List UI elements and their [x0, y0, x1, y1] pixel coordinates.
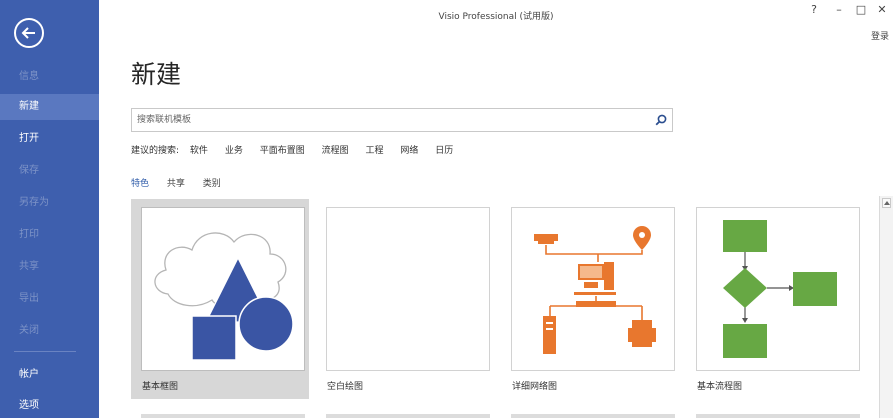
- template-thumbnail: [696, 207, 860, 371]
- template-tabs: 特色 共享 类别: [131, 176, 236, 189]
- page-title: 新建: [131, 60, 182, 89]
- template-card-detailed-network[interactable]: 详细网络图: [501, 199, 679, 399]
- search-icon[interactable]: [655, 114, 667, 126]
- tab-categories[interactable]: 类别: [203, 179, 221, 189]
- search-box: [131, 108, 673, 132]
- sidebar-item-info[interactable]: 信息: [0, 64, 99, 90]
- suggested-search-link[interactable]: 工程: [365, 146, 383, 156]
- sidebar-item-options[interactable]: 选项: [0, 393, 99, 419]
- flowchart-thumbnail-icon: [723, 220, 837, 358]
- sidebar-item-share[interactable]: 共享: [0, 254, 99, 280]
- suggested-search-link[interactable]: 业务: [225, 146, 243, 156]
- sidebar-item-export[interactable]: 导出: [0, 286, 99, 312]
- suggested-searches: 建议的搜索: 软件 业务 平面布置图 流程图 工程 网络 日历: [131, 143, 467, 156]
- suggested-search-link[interactable]: 日历: [435, 146, 453, 156]
- tab-shared[interactable]: 共享: [167, 179, 185, 189]
- sidebar-item-open[interactable]: 打开: [0, 126, 99, 152]
- template-card-basic-flowchart[interactable]: 基本流程图: [686, 199, 864, 399]
- close-button[interactable]: ✕: [874, 3, 890, 16]
- sidebar-item-save[interactable]: 保存: [0, 158, 99, 184]
- login-link[interactable]: 登录: [871, 29, 889, 42]
- template-thumbnail: [326, 207, 490, 371]
- backstage-sidebar: 信息 新建 打开 保存 另存为 打印 共享 导出 关闭 帐户 选项: [0, 0, 99, 418]
- help-button[interactable]: ?: [806, 3, 822, 16]
- suggested-searches-label: 建议的搜索:: [131, 146, 180, 156]
- maximize-button[interactable]: □: [853, 3, 869, 16]
- template-thumbnail: [141, 207, 305, 371]
- next-row-thumbnail: [326, 414, 490, 418]
- template-thumbnail: [511, 207, 675, 371]
- sidebar-item-save-as[interactable]: 另存为: [0, 190, 99, 216]
- tab-featured[interactable]: 特色: [131, 179, 149, 189]
- next-row-thumbnail: [141, 414, 305, 418]
- title-bar: Visio Professional (试用版) ? – □ ✕: [99, 0, 893, 28]
- suggested-search-link[interactable]: 流程图: [322, 146, 349, 156]
- template-card-basic-diagram[interactable]: 基本框图: [131, 199, 309, 399]
- next-row-thumbnail: [696, 414, 860, 418]
- sidebar-item-account[interactable]: 帐户: [0, 362, 99, 388]
- search-input[interactable]: [137, 111, 637, 129]
- suggested-search-link[interactable]: 平面布置图: [260, 146, 305, 156]
- templates-scrollbar[interactable]: [879, 196, 893, 418]
- suggested-search-link[interactable]: 网络: [400, 146, 418, 156]
- back-button[interactable]: [14, 18, 44, 48]
- template-card-blank-drawing[interactable]: 空白绘图: [316, 199, 494, 399]
- sidebar-divider: [14, 351, 76, 352]
- next-row-thumbnail: [511, 414, 675, 418]
- sidebar-item-close[interactable]: 关闭: [0, 318, 99, 344]
- network-diagram-thumbnail-icon: [534, 226, 656, 354]
- basic-diagram-thumbnail-icon: [154, 232, 294, 361]
- scroll-up-arrow-icon[interactable]: [882, 198, 891, 208]
- minimize-button[interactable]: –: [831, 3, 847, 16]
- template-label: 基本流程图: [697, 382, 743, 392]
- window-title: Visio Professional (试用版): [438, 12, 554, 22]
- template-label: 空白绘图: [327, 382, 364, 392]
- template-label: 详细网络图: [512, 382, 558, 392]
- suggested-search-link[interactable]: 软件: [190, 146, 208, 156]
- back-arrow-icon: [21, 27, 35, 39]
- sidebar-item-print[interactable]: 打印: [0, 222, 99, 248]
- template-label: 基本框图: [142, 382, 179, 392]
- sidebar-item-new[interactable]: 新建: [0, 94, 99, 120]
